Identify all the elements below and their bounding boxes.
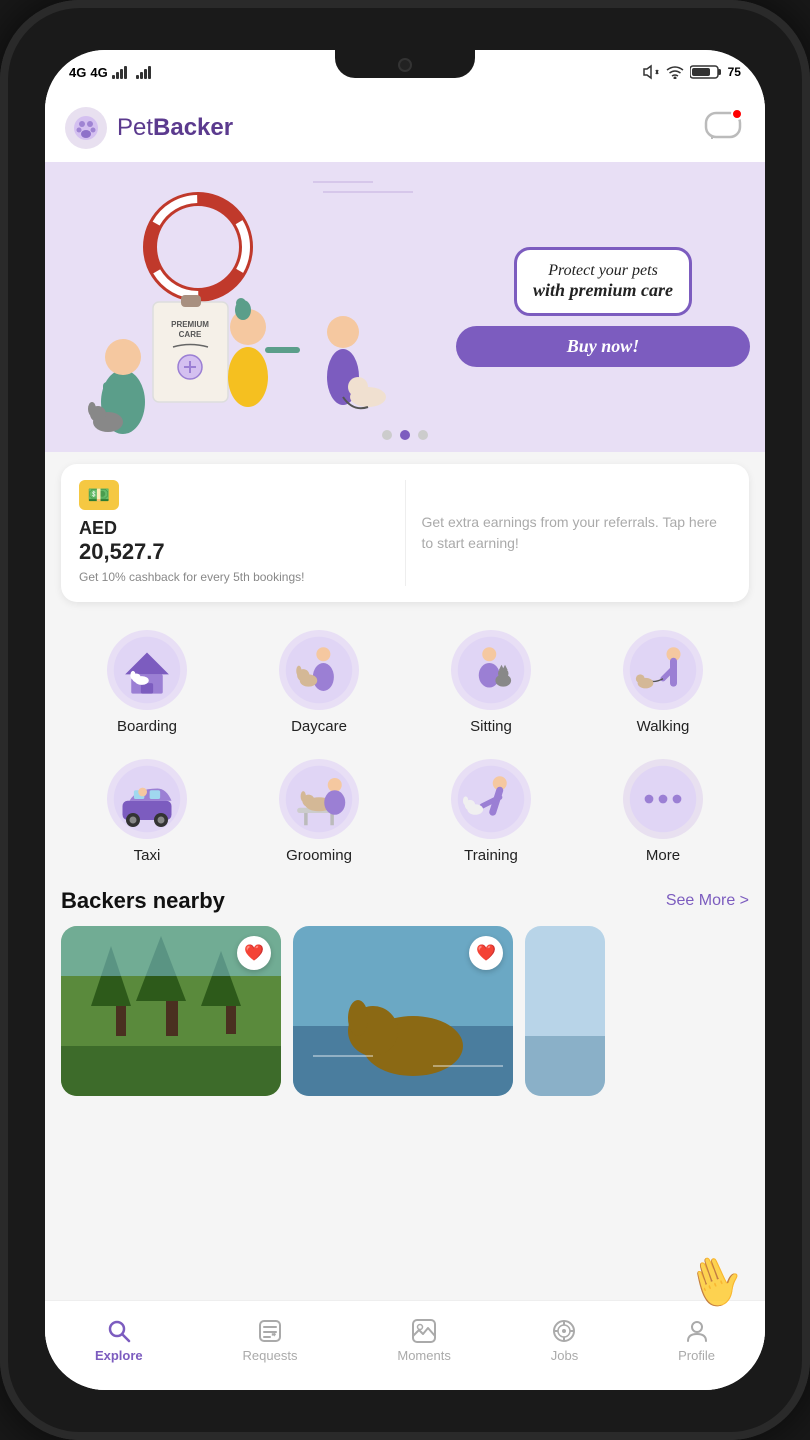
service-more-circle	[623, 759, 703, 839]
carrier2-label: 4G	[90, 65, 107, 80]
service-grooming-label: Grooming	[286, 847, 352, 864]
service-grooming-circle	[279, 759, 359, 839]
earnings-card[interactable]: 💵 AED 20,527.7 Get 10% cashback for ever…	[61, 464, 749, 602]
backer-card-1[interactable]: ❤️	[61, 926, 281, 1096]
main-scroll[interactable]: PREMIUM CARE	[45, 162, 765, 1324]
explore-icon	[106, 1318, 132, 1344]
battery-icon	[690, 64, 722, 80]
services-grid: Boarding	[45, 614, 765, 872]
app-content: PetBacker	[45, 94, 765, 1390]
profile-icon	[684, 1318, 710, 1344]
nav-moments[interactable]: Moments	[385, 1310, 462, 1371]
service-more-label: More	[646, 847, 680, 864]
jobs-label: Jobs	[551, 1348, 578, 1363]
service-daycare-label: Daycare	[291, 718, 347, 735]
status-left: 4G 4G	[69, 65, 156, 80]
banner-line2: with premium care	[533, 280, 673, 302]
backers-title: Backers nearby	[61, 888, 225, 914]
earnings-amount: 20,527.7	[79, 539, 389, 565]
backers-section-header: Backers nearby See More >	[45, 872, 765, 926]
service-boarding-label: Boarding	[117, 718, 177, 735]
signal-icon	[112, 65, 132, 79]
nav-jobs[interactable]: Jobs	[539, 1310, 590, 1371]
notch	[335, 50, 475, 78]
service-taxi[interactable]: Taxi	[61, 751, 233, 872]
banner-illustration: PREMIUM CARE	[45, 162, 441, 452]
moments-icon	[411, 1318, 437, 1344]
moments-label: Moments	[397, 1348, 450, 1363]
explore-label: Explore	[95, 1348, 143, 1363]
service-daycare-circle	[279, 630, 359, 710]
banner-text-box: Protect your pets with premium care	[514, 247, 692, 317]
bottom-nav: Explore Requests	[45, 1300, 765, 1390]
banner-buy-button[interactable]: Buy now!	[456, 326, 750, 367]
earnings-currency: AED	[79, 518, 389, 539]
dot-3[interactable]	[418, 430, 428, 440]
carrier1-label: 4G	[69, 65, 86, 80]
front-camera	[398, 58, 412, 72]
service-walking-label: Walking	[637, 718, 690, 735]
nav-requests[interactable]: Requests	[231, 1310, 310, 1371]
backer-img-3	[525, 926, 605, 1096]
dot-1[interactable]	[382, 430, 392, 440]
app-header: PetBacker	[45, 94, 765, 162]
service-sitting-label: Sitting	[470, 718, 512, 735]
service-boarding[interactable]: Boarding	[61, 622, 233, 743]
service-training[interactable]: Training	[405, 751, 577, 872]
dot-2[interactable]	[400, 430, 410, 440]
service-more[interactable]: More	[577, 751, 749, 872]
service-boarding-circle	[107, 630, 187, 710]
jobs-icon	[551, 1318, 577, 1344]
nav-profile[interactable]: Profile	[666, 1310, 727, 1371]
banner-dots	[382, 430, 428, 440]
backer-card-2[interactable]: ❤️	[293, 926, 513, 1096]
banner-line1: Protect your pets	[533, 262, 673, 280]
svg-text:PREMIUM: PREMIUM	[171, 320, 209, 329]
service-taxi-label: Taxi	[134, 847, 161, 864]
banner[interactable]: PREMIUM CARE	[45, 162, 765, 452]
backer-card-3[interactable]	[525, 926, 605, 1096]
service-grooming[interactable]: Grooming	[233, 751, 405, 872]
see-more-button[interactable]: See More >	[666, 892, 749, 910]
logo-text: PetBacker	[117, 114, 233, 142]
service-sitting-circle	[451, 630, 531, 710]
service-taxi-circle	[107, 759, 187, 839]
svg-text:CARE: CARE	[179, 330, 202, 339]
service-training-label: Training	[464, 847, 518, 864]
logo-icon	[65, 107, 107, 149]
service-walking-circle	[623, 630, 703, 710]
service-daycare[interactable]: Daycare	[233, 622, 405, 743]
screen: 4G 4G 16:31	[45, 50, 765, 1390]
battery-label: 75	[728, 65, 741, 79]
earnings-note: Get 10% cashback for every 5th bookings!	[79, 569, 389, 586]
requests-label: Requests	[243, 1348, 298, 1363]
service-sitting[interactable]: Sitting	[405, 622, 577, 743]
signal2-icon	[136, 65, 156, 79]
chat-button[interactable]	[701, 106, 745, 150]
service-walking[interactable]: Walking	[577, 622, 749, 743]
earnings-right[interactable]: Get extra earnings from your referrals. …	[422, 480, 732, 586]
notification-dot	[731, 108, 743, 120]
backer-heart-2[interactable]: ❤️	[469, 936, 503, 970]
backer-heart-1[interactable]: ❤️	[237, 936, 271, 970]
mute-icon	[642, 64, 660, 80]
nav-explore[interactable]: Explore	[83, 1310, 155, 1371]
status-right: 75	[642, 64, 741, 80]
banner-content[interactable]: Protect your pets with premium care Buy …	[441, 232, 765, 383]
money-icon: 💵	[79, 480, 119, 510]
earnings-referral-text: Get extra earnings from your referrals. …	[422, 512, 732, 554]
requests-icon	[257, 1318, 283, 1344]
earnings-left: 💵 AED 20,527.7 Get 10% cashback for ever…	[79, 480, 406, 586]
phone-frame: 4G 4G 16:31	[0, 0, 810, 1440]
backers-row: ❤️	[45, 926, 765, 1096]
service-training-circle	[451, 759, 531, 839]
wifi-icon	[666, 65, 684, 79]
logo-area: PetBacker	[65, 107, 233, 149]
profile-label: Profile	[678, 1348, 715, 1363]
